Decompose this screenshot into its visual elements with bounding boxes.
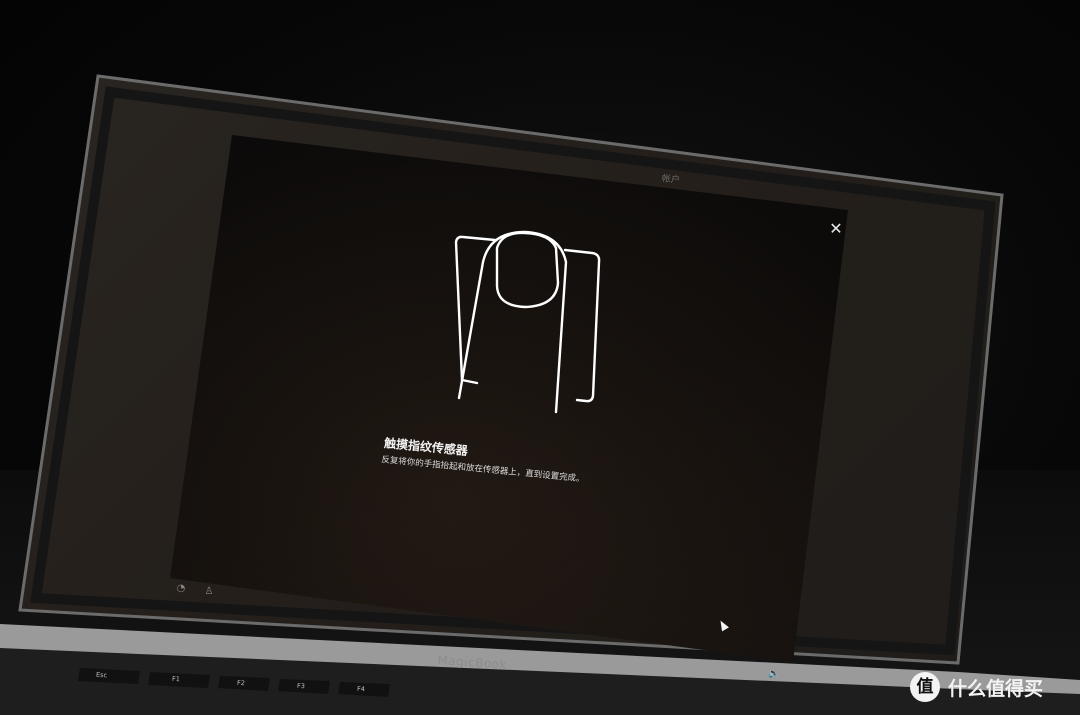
key-label-f4: F4	[356, 684, 366, 694]
key-label-f2: F2	[236, 678, 246, 688]
microphone-icon[interactable]: ♙	[202, 585, 216, 599]
watermark-logo-icon: 值	[910, 672, 940, 702]
finger-illustration	[454, 230, 601, 414]
ease-of-access-icon[interactable]: ◔	[174, 582, 188, 596]
watermark-text: 什么值得买	[948, 677, 1044, 700]
key-label-f1: F1	[171, 674, 181, 684]
photo-scene: 帐户 ✕ 触摸指纹传感器 反复将你的手指抬起和放在传感器上，直到设置完成。 ◔ …	[0, 0, 1080, 715]
key-label-esc: Esc	[95, 670, 108, 680]
watermark: 值 什么值得买	[910, 672, 1043, 702]
key-label-f3: F3	[296, 681, 306, 691]
fingernail-outline	[495, 231, 560, 309]
finger-outline	[457, 230, 568, 414]
volume-icon: 🔈	[768, 669, 780, 679]
